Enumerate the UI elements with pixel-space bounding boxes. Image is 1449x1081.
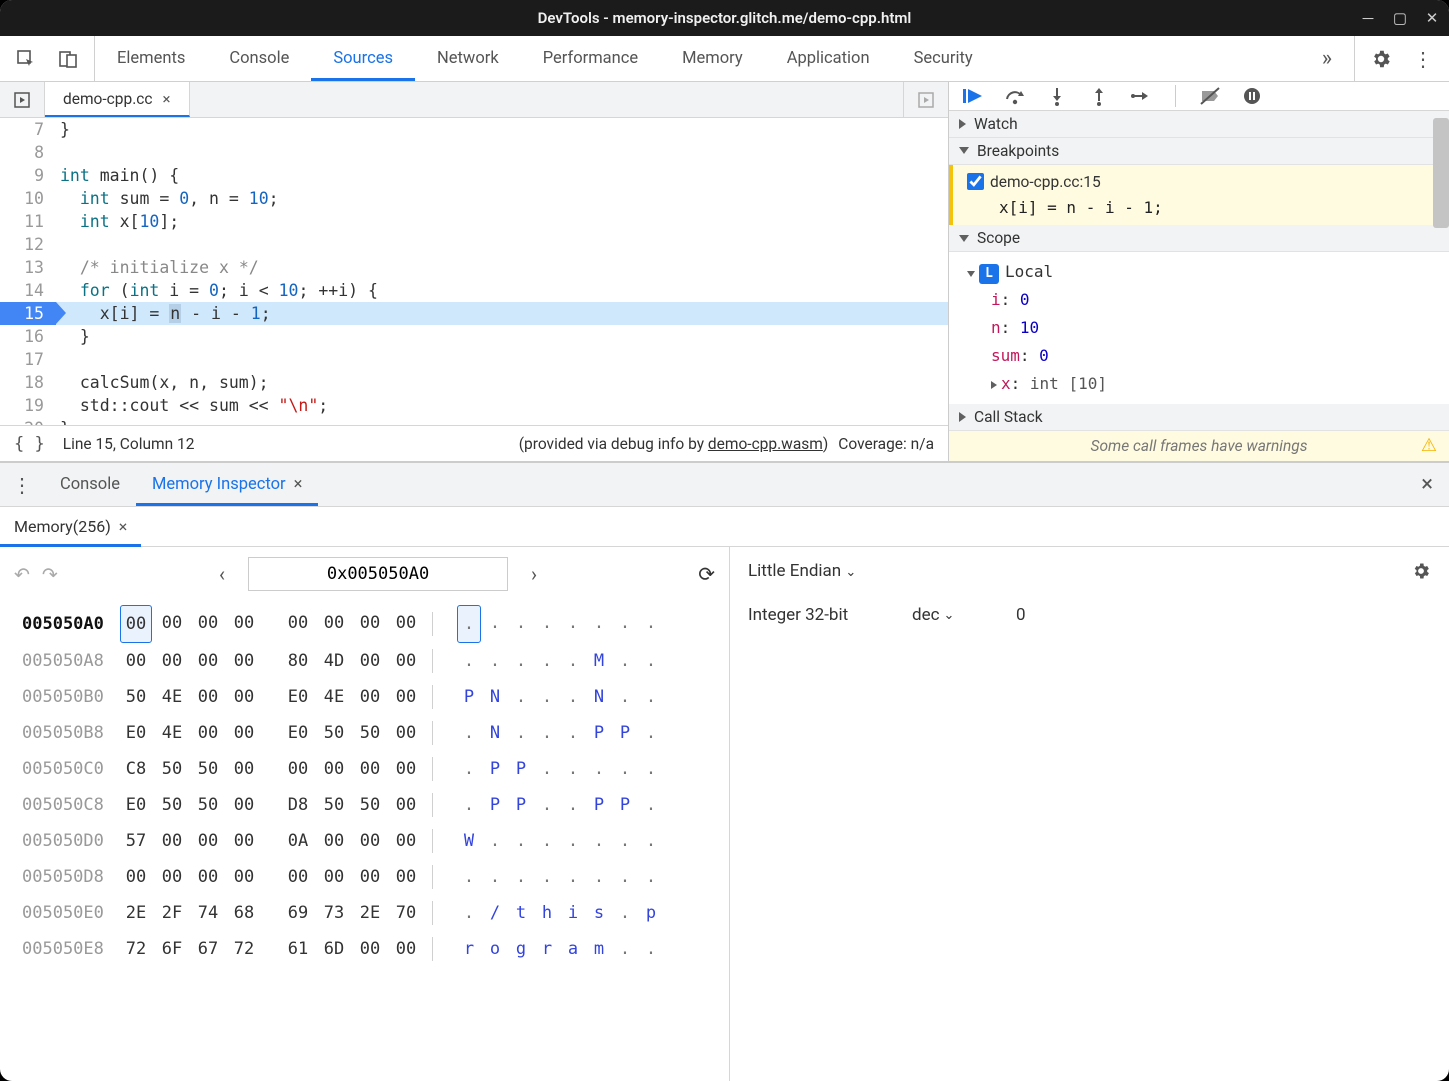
code-line[interactable]: 17 (0, 348, 948, 371)
code-line[interactable]: 18 calcSum(x, n, sum); (0, 371, 948, 394)
resume-icon[interactable] (961, 84, 985, 108)
more-tabs-icon[interactable]: » (1300, 36, 1354, 81)
main-toolbar: ElementsConsoleSourcesNetworkPerformance… (0, 36, 1449, 82)
scope-section-header[interactable]: Scope (949, 225, 1449, 252)
step-out-icon[interactable] (1087, 84, 1111, 108)
step-into-icon[interactable] (1045, 84, 1069, 108)
coverage-status: Coverage: n/a (838, 435, 934, 453)
memory-tab[interactable]: Memory(256)× (0, 507, 141, 546)
page-prev-icon[interactable]: ‹ (210, 562, 234, 586)
code-line[interactable]: 8 (0, 141, 948, 164)
window-title: DevTools - memory-inspector.glitch.me/de… (538, 9, 912, 27)
snippets-run-icon[interactable] (914, 88, 938, 112)
pause-on-exceptions-icon[interactable] (1240, 84, 1264, 108)
tab-security[interactable]: Security (892, 36, 995, 81)
close-drawer-tab-icon[interactable]: × (294, 475, 303, 494)
endianness-select[interactable]: Little Endian ⌄ (748, 561, 856, 581)
hex-viewer[interactable]: 005050A00000000000000000........005050A8… (0, 601, 729, 1081)
hex-row[interactable]: 005050B8E04E0000E0505000.N...PP. (22, 715, 729, 751)
value-settings-gear-icon[interactable] (1411, 561, 1431, 581)
close-tab-icon[interactable]: × (163, 90, 171, 108)
tab-application[interactable]: Application (765, 36, 892, 81)
close-drawer-icon[interactable]: × (1405, 463, 1449, 506)
hex-row[interactable]: 005050E8726F6772616D0000rogram.. (22, 931, 729, 967)
drawer-tab-console[interactable]: Console (44, 463, 136, 506)
page-next-icon[interactable]: › (522, 562, 546, 586)
hex-row[interactable]: 005050A800000000804D0000.....M.. (22, 643, 729, 679)
wasm-link[interactable]: demo-cpp.wasm (708, 435, 823, 453)
scope-variable[interactable]: n: 10 (967, 314, 1449, 342)
breakpoint-item[interactable]: demo-cpp.cc:15 x[i] = n - i - 1; (949, 165, 1449, 226)
close-icon[interactable]: ✕ (1425, 11, 1439, 25)
callstack-warning: Some call frames have warnings (949, 431, 1449, 461)
scope-local[interactable]: LLocal (967, 258, 1449, 286)
watch-section-header[interactable]: Watch (949, 111, 1449, 138)
window-titlebar: DevTools - memory-inspector.glitch.me/de… (0, 0, 1449, 36)
hex-row[interactable]: 005050B0504E0000E04E0000PN...N.. (22, 679, 729, 715)
value-type: Integer 32-bit (748, 605, 888, 625)
tab-elements[interactable]: Elements (95, 36, 207, 81)
hex-row[interactable]: 005050C8E0505000D8505000.PP..PP. (22, 787, 729, 823)
tab-memory[interactable]: Memory (660, 36, 765, 81)
breakpoints-section-header[interactable]: Breakpoints (949, 138, 1449, 165)
code-editor[interactable]: 7}89int main() {10 int sum = 0, n = 10;1… (0, 118, 948, 425)
hex-row[interactable]: 005050A00000000000000000........ (22, 605, 729, 643)
hex-row[interactable]: 005050E02E2F746869732E70./this.p (22, 895, 729, 931)
code-line[interactable]: 14 for (int i = 0; i < 10; ++i) { (0, 279, 948, 302)
code-line[interactable]: 19 std::cout << sum << "\n"; (0, 394, 948, 417)
tab-network[interactable]: Network (415, 36, 521, 81)
history-forward-icon[interactable]: ↷ (42, 563, 58, 586)
scrollbar-thumb[interactable] (1433, 118, 1449, 228)
kebab-menu-icon[interactable]: ⋮ (1411, 47, 1435, 71)
cursor-position: Line 15, Column 12 (63, 435, 195, 453)
device-toolbar-icon[interactable] (56, 47, 80, 71)
drawer-menu-icon[interactable]: ⋮ (0, 463, 44, 506)
refresh-icon[interactable]: ⟳ (698, 562, 715, 586)
tab-sources[interactable]: Sources (311, 36, 415, 81)
code-line[interactable]: 11 int x[10]; (0, 210, 948, 233)
navigator-toggle-icon[interactable] (10, 88, 34, 112)
code-line[interactable]: 15 x[i] = n - i - 1; (0, 302, 948, 325)
callstack-section-header[interactable]: Call Stack (949, 404, 1449, 431)
step-icon[interactable] (1129, 84, 1153, 108)
code-line[interactable]: 10 int sum = 0, n = 10; (0, 187, 948, 210)
editor-status-bar: { } Line 15, Column 12 (provided via deb… (0, 425, 948, 461)
tab-console[interactable]: Console (207, 36, 311, 81)
hex-row[interactable]: 005050D80000000000000000........ (22, 859, 729, 895)
breakpoint-checkbox[interactable] (967, 173, 984, 190)
drawer-tab-memory-inspector[interactable]: Memory Inspector× (136, 463, 319, 506)
deactivate-breakpoints-icon[interactable] (1198, 84, 1222, 108)
debug-info-provided: (provided via debug info by demo-cpp.was… (519, 435, 829, 453)
scope-variable[interactable]: x: int [10] (967, 370, 1449, 398)
history-back-icon[interactable]: ↶ (14, 563, 30, 586)
hex-row[interactable]: 005050D0570000000A000000W....... (22, 823, 729, 859)
file-tab-label: demo-cpp.cc (63, 90, 153, 108)
code-line[interactable]: 13 /* initialize x */ (0, 256, 948, 279)
code-line[interactable]: 7} (0, 118, 948, 141)
scope-variable[interactable]: sum: 0 (967, 342, 1449, 370)
scope-variable[interactable]: i: 0 (967, 286, 1449, 314)
value-result: 0 (1016, 605, 1026, 625)
tab-performance[interactable]: Performance (521, 36, 660, 81)
inspect-element-icon[interactable] (14, 47, 38, 71)
debugger-sidebar: Watch Breakpoints demo-cpp.cc:15 x[i] = … (949, 82, 1449, 461)
close-memory-tab-icon[interactable]: × (119, 517, 128, 536)
sources-editor-pane: demo-cpp.cc × 7}89int main() {10 int sum… (0, 82, 949, 461)
address-input[interactable] (248, 557, 508, 591)
code-line[interactable]: 20} (0, 417, 948, 425)
breakpoint-code: x[i] = n - i - 1; (993, 198, 1437, 217)
file-tab-demo-cpp[interactable]: demo-cpp.cc × (45, 82, 190, 117)
settings-gear-icon[interactable] (1369, 47, 1393, 71)
maximize-icon[interactable]: ▢ (1393, 11, 1407, 25)
step-over-icon[interactable] (1003, 84, 1027, 108)
value-format-select[interactable]: dec ⌄ (912, 605, 992, 625)
pretty-print-icon[interactable]: { } (14, 434, 45, 454)
minimize-icon[interactable]: － (1361, 11, 1375, 25)
code-line[interactable]: 12 (0, 233, 948, 256)
code-line[interactable]: 9int main() { (0, 164, 948, 187)
code-line[interactable]: 16 } (0, 325, 948, 348)
hex-row[interactable]: 005050C0C850500000000000.PP..... (22, 751, 729, 787)
